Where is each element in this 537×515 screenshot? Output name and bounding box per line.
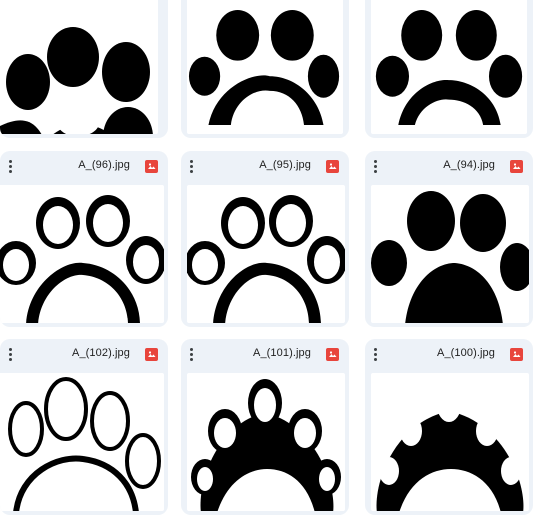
- file-name[interactable]: A_(100).jpg: [437, 347, 495, 359]
- file-card[interactable]: A_(101).jpg: [181, 339, 349, 515]
- image-icon: [145, 160, 158, 173]
- file-thumbnail[interactable]: [0, 0, 158, 134]
- file-thumbnail[interactable]: [187, 185, 345, 323]
- file-card-header: A_(100).jpg: [365, 339, 533, 369]
- file-thumbnail[interactable]: [0, 185, 164, 323]
- more-options-icon[interactable]: [4, 158, 16, 174]
- file-card-top-3[interactable]: [365, 0, 533, 138]
- file-thumbnail[interactable]: [371, 185, 529, 323]
- file-card-top-2[interactable]: [181, 0, 349, 138]
- paw-thumbnail-image: [0, 195, 164, 323]
- file-card[interactable]: A_(94).jpg: [365, 151, 533, 327]
- file-name[interactable]: A_(101).jpg: [253, 347, 311, 359]
- file-card-top-1[interactable]: [0, 0, 168, 138]
- paw-thumbnail-image: [188, 9, 340, 125]
- more-options-icon[interactable]: [369, 158, 381, 174]
- more-options-icon[interactable]: [369, 346, 381, 362]
- more-options-icon[interactable]: [185, 346, 197, 362]
- image-icon: [510, 348, 523, 361]
- file-thumbnail[interactable]: [371, 0, 527, 134]
- more-options-icon[interactable]: [185, 158, 197, 174]
- file-card-header: A_(96).jpg: [0, 151, 168, 181]
- file-name[interactable]: A_(96).jpg: [78, 159, 130, 171]
- paw-thumbnail-image: [0, 27, 153, 134]
- file-thumbnail[interactable]: [187, 0, 343, 134]
- paw-thumbnail-image: [375, 9, 523, 125]
- image-icon: [145, 348, 158, 361]
- paw-thumbnail-image: [371, 191, 529, 323]
- file-name[interactable]: A_(102).jpg: [72, 347, 130, 359]
- file-card[interactable]: A_(102).jpg: [0, 339, 168, 515]
- image-icon: [326, 348, 339, 361]
- file-card-header: A_(95).jpg: [181, 151, 349, 181]
- file-card[interactable]: A_(96).jpg: [0, 151, 168, 327]
- file-thumbnail[interactable]: [371, 373, 529, 511]
- file-name[interactable]: A_(94).jpg: [443, 159, 495, 171]
- file-card[interactable]: A_(95).jpg: [181, 151, 349, 327]
- file-card[interactable]: A_(100).jpg: [365, 339, 533, 515]
- paw-thumbnail-image: [376, 388, 524, 511]
- file-thumbnail[interactable]: [0, 373, 164, 511]
- image-icon: [510, 160, 523, 173]
- paw-thumbnail-image: [8, 377, 161, 511]
- paw-thumbnail-image: [191, 379, 341, 511]
- file-card-header: A_(94).jpg: [365, 151, 533, 181]
- file-card-header: A_(101).jpg: [181, 339, 349, 369]
- file-card-header: A_(102).jpg: [0, 339, 168, 369]
- more-options-icon[interactable]: [4, 346, 16, 362]
- paw-thumbnail-image: [187, 195, 345, 323]
- file-name[interactable]: A_(95).jpg: [259, 159, 311, 171]
- image-icon: [326, 160, 339, 173]
- file-thumbnail[interactable]: [187, 373, 345, 511]
